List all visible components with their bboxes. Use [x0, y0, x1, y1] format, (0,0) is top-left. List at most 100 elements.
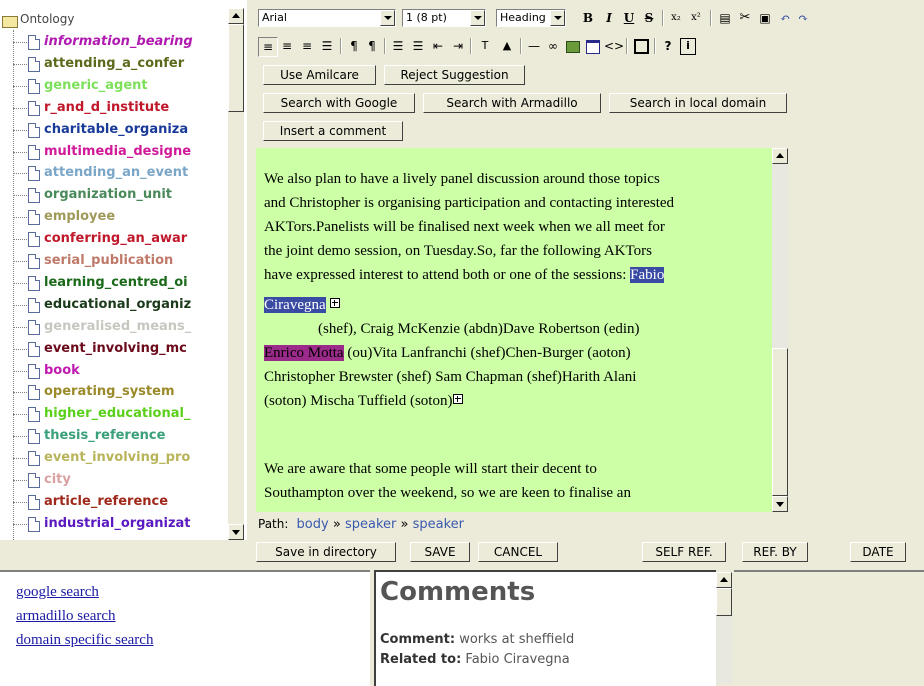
tree-node[interactable]: event_involving_pro [0, 447, 228, 469]
tree-node[interactable]: charitable_organiza [0, 119, 228, 141]
domain-search-link[interactable]: domain specific search [16, 632, 153, 648]
tree-node[interactable]: higher_educational_ [0, 403, 228, 425]
tree-node[interactable]: employee [0, 206, 228, 228]
annotation-highlight[interactable]: Enrico Motta [264, 345, 344, 361]
horizontal-rule-icon[interactable]: — [526, 37, 542, 55]
scroll-up-icon[interactable] [228, 8, 244, 24]
ref-by-button[interactable]: REF. BY [742, 542, 808, 562]
paste-icon[interactable]: ▣ [756, 9, 774, 27]
search-local-button[interactable]: Search in local domain [609, 93, 787, 113]
tree-node[interactable]: generalised_means_ [0, 316, 228, 338]
editor-line: Enrico Motta (ou)Vita Lanfranchi (shef)C… [264, 345, 631, 361]
text-color-icon[interactable]: T [476, 37, 494, 55]
tree-node[interactable]: r_and_d_institute [0, 97, 228, 119]
tree-node[interactable]: organization_unit [0, 184, 228, 206]
path-item[interactable]: speaker [413, 517, 464, 532]
justify-icon[interactable]: ☰ [318, 37, 336, 55]
tree-node[interactable]: multimedia_designe [0, 141, 228, 163]
source-code-icon[interactable]: <> [604, 37, 624, 55]
date-button[interactable]: DATE [850, 542, 906, 562]
undo-icon[interactable]: ↶ [778, 9, 792, 27]
comments-scroll-thumb[interactable] [716, 588, 732, 616]
tree-connector [13, 392, 27, 394]
tree-node[interactable]: book [0, 360, 228, 382]
scroll-down-icon[interactable] [228, 524, 244, 540]
tree-node[interactable]: information_bearing [0, 31, 228, 53]
scroll-up-icon[interactable] [772, 148, 788, 164]
cancel-button[interactable]: CANCEL [478, 542, 558, 562]
rtl-icon[interactable]: ¶ [364, 37, 380, 55]
format-select[interactable]: Heading 1 [496, 9, 566, 27]
highlight-color-icon[interactable]: ▲ [498, 37, 516, 55]
font-select[interactable]: Arial [258, 9, 396, 27]
table-icon[interactable] [584, 37, 602, 55]
tree-node[interactable]: operating_system [0, 381, 228, 403]
tree-node[interactable]: thesis_reference [0, 425, 228, 447]
ontology-tree[interactable]: Ontology information_bearing attending_a_… [0, 0, 247, 540]
tree-node[interactable]: serial_publication [0, 250, 228, 272]
expand-icon[interactable] [329, 298, 340, 308]
editor-line: and Christopher is organising participat… [264, 195, 675, 211]
unordered-list-icon[interactable]: ☰ [410, 37, 426, 55]
superscript-icon[interactable]: x² [688, 9, 704, 27]
chevron-down-icon [380, 10, 395, 26]
save-in-directory-button[interactable]: Save in directory [256, 542, 396, 562]
tree-node[interactable]: attending_a_confer [0, 53, 228, 75]
tree-node[interactable]: article_reference [0, 491, 228, 513]
fullscreen-icon[interactable] [632, 37, 650, 55]
tree-node[interactable]: generic_agent [0, 75, 228, 97]
align-right-icon[interactable]: ≡ [298, 37, 316, 55]
toolbar-separator [470, 38, 472, 54]
use-amilcare-button[interactable]: Use Amilcare [263, 65, 376, 85]
help-button[interactable]: ? [660, 37, 676, 55]
tree-node[interactable]: city [0, 469, 228, 491]
expand-icon[interactable] [453, 394, 464, 404]
outdent-icon[interactable]: ⇤ [430, 37, 446, 55]
tree-node-label: generic_agent [44, 77, 148, 93]
redo-icon[interactable]: ↷ [796, 9, 810, 27]
underline-button[interactable]: U [622, 9, 636, 27]
path-item[interactable]: body [297, 517, 329, 532]
editor-scrollbar[interactable] [772, 148, 788, 512]
insert-comment-button[interactable]: Insert a comment [263, 121, 403, 141]
align-left-icon[interactable]: ≡ [258, 37, 278, 57]
tree-node[interactable]: industrial_organizat [0, 513, 228, 535]
related-row: Related to: Fabio Ciravegna [380, 652, 570, 667]
armadillo-search-link[interactable]: armadillo search [16, 608, 116, 624]
indent-icon[interactable]: ⇥ [450, 37, 466, 55]
reject-suggestion-button[interactable]: Reject Suggestion [384, 65, 525, 85]
strike-button[interactable]: S [642, 9, 656, 27]
google-search-link[interactable]: google search [16, 584, 99, 600]
ordered-list-icon[interactable]: ☰ [390, 37, 406, 55]
scroll-down-icon[interactable] [772, 496, 788, 512]
bold-button[interactable]: B [580, 9, 596, 27]
tree-node[interactable]: event_involving_mc [0, 338, 228, 360]
scroll-up-icon[interactable] [716, 572, 732, 588]
path-item[interactable]: speaker [345, 517, 396, 532]
self-ref-button[interactable]: SELF REF. [642, 542, 726, 562]
tree-node[interactable]: learning_centred_oi [0, 272, 228, 294]
cut-icon[interactable]: ✂ [736, 9, 754, 27]
italic-button[interactable]: I [602, 9, 616, 27]
tree-node[interactable]: educational_organiz [0, 294, 228, 316]
editor-scroll-thumb[interactable] [772, 348, 788, 496]
tree-node[interactable]: conferring_an_awar [0, 228, 228, 250]
annotation-highlight[interactable]: Fabio [630, 267, 665, 283]
tree-node[interactable]: attending_an_event [0, 162, 228, 184]
subscript-icon[interactable]: x₂ [668, 9, 684, 27]
save-button[interactable]: SAVE [410, 542, 470, 562]
annotation-highlight[interactable]: Ciravegna [264, 297, 326, 313]
editor-area[interactable]: We also plan to have a lively panel disc… [256, 148, 772, 512]
image-icon[interactable] [564, 37, 582, 55]
tree-scroll-thumb[interactable] [228, 24, 244, 112]
search-google-button[interactable]: Search with Google [263, 93, 415, 113]
comments-scrollbar[interactable] [716, 572, 732, 684]
align-center-icon[interactable]: ≡ [278, 37, 296, 55]
link-icon[interactable]: ∞ [544, 37, 562, 55]
copy-icon[interactable]: ▤ [716, 9, 734, 27]
ltr-icon[interactable]: ¶ [346, 37, 362, 55]
tree-scrollbar[interactable] [228, 8, 244, 540]
size-select[interactable]: 1 (8 pt) [402, 9, 486, 27]
info-button[interactable]: i [680, 38, 696, 55]
search-armadillo-button[interactable]: Search with Armadillo [423, 93, 601, 113]
